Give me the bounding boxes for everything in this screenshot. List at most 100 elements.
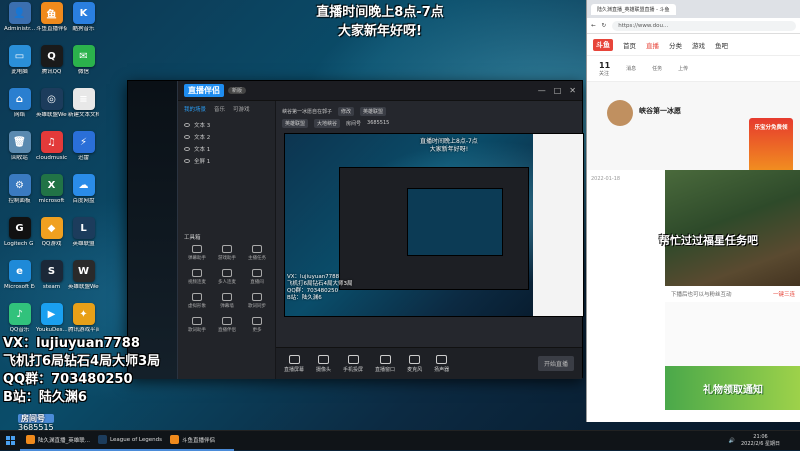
desktop-icon[interactable]: ♫ cloudmusic <box>36 131 67 174</box>
site-logo[interactable]: 斗鱼 <box>593 38 613 51</box>
maximize-icon[interactable]: □ <box>554 86 562 95</box>
overlay-record: 飞机打6局钻石4局大师3局 <box>3 354 161 369</box>
desktop-icon[interactable]: ▭ 此电脑 <box>4 45 35 88</box>
tool-icon <box>192 269 202 277</box>
desktop-icon[interactable]: 🗑 回收站 <box>4 131 35 174</box>
desktop-icon[interactable]: Xmicrosoft <box>36 174 67 217</box>
tool-item[interactable]: 歌词同步 <box>242 293 272 317</box>
scene-item[interactable]: 全屏 1 <box>184 155 269 167</box>
tool-icon <box>252 245 262 253</box>
tool-item[interactable]: 主播任务 <box>242 245 272 269</box>
recycle-bin-icon: 🗑 <box>8 131 31 153</box>
toolbox-grid: 弹幕助手 游戏助手 主播任务视频连麦 多人连麦 直播间虚拟形象 弹幕墙 歌词同步歌词助手 直播… <box>178 241 275 345</box>
clock[interactable]: 21:06 2022/2/6 星期日 <box>741 434 780 448</box>
taskbar-item[interactable]: 斗鱼直播伴侣 <box>164 431 234 451</box>
nav-games[interactable]: 游戏 <box>692 40 705 50</box>
start-button[interactable] <box>0 431 20 451</box>
browser-tab[interactable]: 陆久渊直播_英雄联盟直播 - 斗鱼 <box>591 3 676 15</box>
tab-scenes[interactable]: 我的场景 <box>184 105 206 113</box>
stat-item[interactable]: 上传 <box>678 65 688 72</box>
source-label: 直播屏幕 <box>284 366 305 373</box>
promo-banner[interactable]: 乐宝分免费领 <box>749 118 793 178</box>
minimize-icon[interactable]: — <box>538 86 546 95</box>
nav-category[interactable]: 分类 <box>669 40 682 50</box>
video-player[interactable]: 帮忙过过福星任务吧 下播后也可以与粉丝互动 一键三连 <box>659 170 800 302</box>
gift-notice-banner[interactable]: 礼物领取通知 <box>665 366 800 410</box>
nav-live[interactable]: 直播 <box>646 40 659 50</box>
scene-item[interactable]: 文本 2 <box>184 131 269 143</box>
stat-item[interactable]: 11 关注 <box>599 61 610 77</box>
desktop-icon[interactable]: K 酷狗音乐 <box>68 2 99 45</box>
source-control[interactable]: 手机投屏 <box>343 354 363 373</box>
source-control[interactable]: 直播窗口 <box>375 354 395 373</box>
taskbar-item[interactable]: League of Legends <box>92 431 164 451</box>
tool-item[interactable]: 弹幕助手 <box>182 245 212 269</box>
desktop-icon[interactable]: ≡ 新建文本文档 <box>68 88 99 131</box>
browser-window[interactable]: 陆久渊直播_英雄联盟直播 - 斗鱼 ← ↻ https://www.dou...… <box>586 0 800 422</box>
eye-icon[interactable] <box>184 135 190 139</box>
tool-item[interactable]: 更多 <box>242 317 272 341</box>
tool-item[interactable]: 弹幕墙 <box>212 293 242 317</box>
tool-item[interactable]: 视频连麦 <box>182 269 212 293</box>
streaming-app-window[interactable]: 直播伴侣 新版 — □ ✕ 我的场景 音乐 可游戏 文本 3 文本 2 文本 1 全屏… <box>127 80 584 379</box>
desktop-icon[interactable]: ✉ 微信 <box>68 45 99 88</box>
url-input[interactable]: https://www.dou... <box>612 20 796 31</box>
tool-icon <box>222 317 232 325</box>
tool-item[interactable]: 直播间 <box>242 269 272 293</box>
stat-item[interactable]: 任务 <box>652 65 662 72</box>
tool-item[interactable]: 直播伴侣 <box>212 317 242 341</box>
edit-title-button[interactable]: 修改 <box>338 106 355 116</box>
tool-item[interactable]: 虚拟形象 <box>182 293 212 317</box>
tab-games[interactable]: 可游戏 <box>233 105 250 113</box>
close-icon[interactable]: ✕ <box>569 86 576 95</box>
stat-item[interactable]: 消息 <box>626 65 636 72</box>
desktop-icon[interactable]: G Logitech G HUB <box>4 217 35 260</box>
eye-icon[interactable] <box>184 147 190 151</box>
tool-item[interactable]: 游戏助手 <box>212 245 242 269</box>
desktop-icon-label: 百度网盘 <box>72 198 95 204</box>
tool-item[interactable]: 多人连麦 <box>212 269 242 293</box>
desktop-icon[interactable]: ⚡ 迅雷 <box>68 131 99 174</box>
eye-icon[interactable] <box>184 123 190 127</box>
address-bar: ← ↻ https://www.dou... <box>587 18 800 34</box>
taskbar-item-label: 斗鱼直播伴侣 <box>182 437 216 444</box>
desktop-icon[interactable]: ☁ 百度网盘 <box>68 174 99 217</box>
source-control[interactable]: 扬声器 <box>434 354 449 373</box>
desktop-icon[interactable]: W 英雄联盟WeGame版 <box>68 260 99 303</box>
app-titlebar[interactable]: 直播伴侣 新版 — □ ✕ <box>178 81 582 101</box>
start-stream-button[interactable]: 开始直播 <box>537 356 574 371</box>
back-icon[interactable]: ← <box>591 23 596 29</box>
desktop-icon[interactable]: Ssteam <box>36 260 67 303</box>
refresh-icon[interactable]: ↻ <box>602 23 607 29</box>
desktop-icon[interactable]: ⚙ 控制面板 <box>4 174 35 217</box>
source-control[interactable]: 麦克风 <box>407 354 422 373</box>
taskbar-item[interactable]: 陆久渊直播_英雄联... <box>20 431 92 451</box>
nav-yuba[interactable]: 鱼吧 <box>715 40 728 50</box>
desktop-icon[interactable]: ◆ QQ游戏 <box>36 217 67 260</box>
tab-music[interactable]: 音乐 <box>214 105 225 113</box>
tool-item[interactable]: 歌词助手 <box>182 317 212 341</box>
desktop-icon[interactable]: Q 腾讯QQ <box>36 45 67 88</box>
source-control[interactable]: 直播屏幕 <box>284 354 305 373</box>
speaker-icon[interactable]: 🔊 <box>729 438 735 444</box>
game-tag[interactable]: 英雄联盟 <box>282 118 309 128</box>
desktop-icon[interactable]: e Microsoft Edge <box>4 260 35 303</box>
desktop-icon[interactable]: ⌂ 网络 <box>4 88 35 131</box>
video-info-bar: 下播后也可以与粉丝互动 一键三连 <box>665 286 800 302</box>
source-control[interactable]: 摄像头 <box>316 354 331 373</box>
subtag[interactable]: 大地峡谷 <box>314 118 341 128</box>
desktop-icon[interactable]: 鱼斗鱼直播伴侣 <box>36 2 67 45</box>
avatar[interactable] <box>607 100 633 126</box>
nav-home[interactable]: 首页 <box>623 40 636 50</box>
category-select[interactable]: 英雄联盟 <box>360 106 387 116</box>
preview-overlay-top: 直播时间晚上8点-7点 大家新年好呀! <box>420 138 478 154</box>
desktop-icon[interactable]: 👤 Administr... <box>4 2 35 45</box>
eye-icon[interactable] <box>184 159 190 163</box>
desktop-icon[interactable]: ◎ 英雄联盟WeGame版 <box>36 88 67 131</box>
scene-item[interactable]: 文本 1 <box>184 143 269 155</box>
scene-item[interactable]: 文本 3 <box>184 119 269 131</box>
stat-label: 上传 <box>678 66 689 72</box>
desktop-icon[interactable]: L 英雄联盟 <box>68 217 99 260</box>
triple-like-button[interactable]: 一键三连 <box>773 290 795 298</box>
tool-label: 更多 <box>252 328 262 333</box>
